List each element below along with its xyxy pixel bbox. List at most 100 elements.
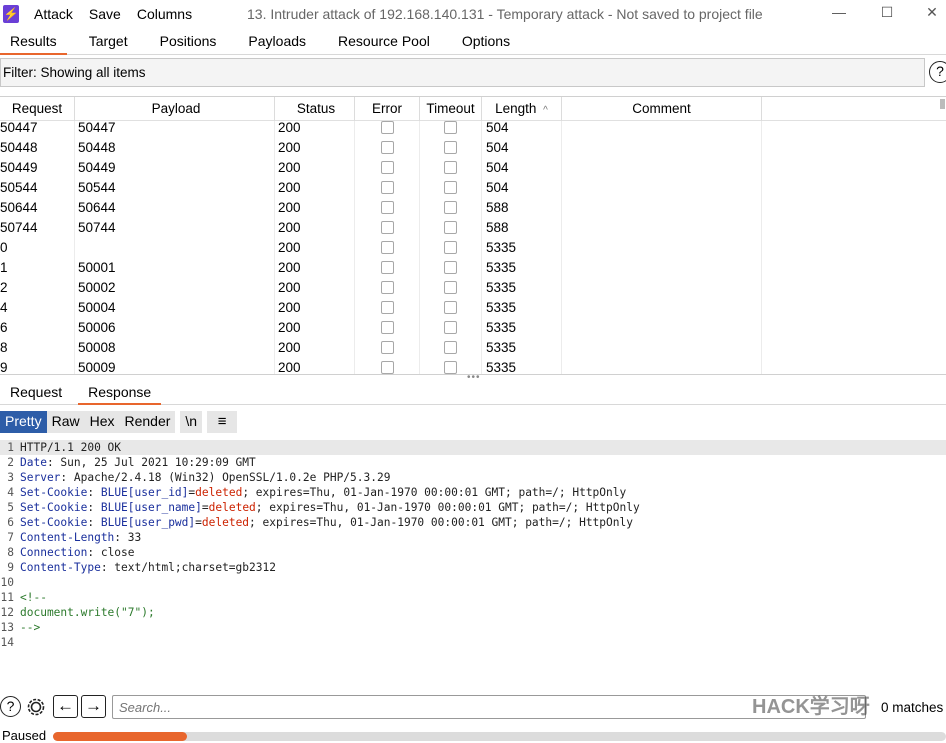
tab-target[interactable]: Target — [79, 28, 138, 55]
cell-payload: 50006 — [75, 321, 275, 341]
tab-request[interactable]: Request — [0, 381, 72, 405]
help-icon[interactable]: ? — [0, 696, 21, 717]
cell-timeout — [420, 241, 482, 261]
table-row[interactable]: 50644 50644 200 588 — [0, 201, 946, 221]
code-token: = — [195, 516, 202, 529]
cell-error — [355, 361, 420, 374]
line-text: Date: Sun, 25 Jul 2021 10:29:09 GMT — [20, 455, 256, 470]
back-arrow-icon[interactable]: ← — [53, 695, 78, 718]
cell-status: 200 — [275, 181, 355, 201]
table-row[interactable]: 2 50002 200 5335 — [0, 281, 946, 301]
cell-spacer — [762, 321, 946, 341]
close-button[interactable]: ✕ — [922, 4, 942, 24]
pane-splitter[interactable]: ••• — [0, 373, 946, 383]
response-editor[interactable]: 1 HTTP/1.1 200 OK 2 Date: Sun, 25 Jul 2021 … — [0, 440, 946, 650]
table-row[interactable]: 50744 50744 200 588 — [0, 221, 946, 241]
tab-options[interactable]: Options — [452, 28, 520, 55]
code-token: document.write("7"); — [20, 606, 155, 619]
bottom-bar: ? ← → HACK学习呀 0 matches — [0, 694, 946, 722]
cell-status: 200 — [275, 221, 355, 241]
line-number: 9 — [7, 561, 14, 574]
cell-request: 2 — [0, 281, 75, 301]
table-row[interactable]: 50449 50449 200 504 — [0, 161, 946, 181]
render-button[interactable]: Render — [119, 411, 176, 433]
checkbox — [444, 121, 457, 134]
code-line: 4 Set-Cookie: BLUE[user_id]=deleted; expi… — [0, 485, 946, 500]
cell-request: 50644 — [0, 201, 75, 221]
checkbox — [380, 201, 394, 214]
cell-error — [355, 141, 420, 161]
col-length[interactable]: Length ^ — [482, 97, 562, 121]
line-number: 10 — [0, 576, 14, 589]
newline-toggle-button[interactable]: \n — [180, 411, 203, 433]
cell-spacer — [762, 281, 946, 301]
code-line: 10 — [0, 575, 946, 590]
cell-timeout — [420, 161, 482, 181]
code-token: ; expires=Thu, 01-Jan-1970 00:00:01 GMT;… — [249, 516, 633, 529]
tab-positions[interactable]: Positions — [150, 28, 227, 55]
message-tabs: Request Response — [0, 381, 946, 405]
cell-status: 200 — [275, 341, 355, 361]
line-text: Content-Length: 33 — [20, 530, 141, 545]
cell-error — [355, 241, 420, 261]
checkbox — [380, 321, 394, 334]
checkbox — [444, 241, 457, 254]
cell-length: 504 — [482, 161, 562, 181]
tab-response[interactable]: Response — [78, 381, 162, 405]
table-scrollbar[interactable] — [940, 99, 945, 109]
view-toolbar: Pretty Raw Hex Render \n ≡ — [0, 411, 238, 433]
cell-error — [355, 121, 420, 141]
minimize-button[interactable]: — — [829, 4, 849, 24]
code-token: : Apache/2.4.18 (Win32) OpenSSL/1.0.2e P… — [60, 471, 391, 484]
cell-comment — [562, 141, 762, 161]
code-line: 5 Set-Cookie: BLUE[user_name]=deleted; ex… — [0, 500, 946, 515]
tab-resource-pool[interactable]: Resource Pool — [328, 28, 440, 55]
cell-spacer — [762, 161, 946, 181]
progress-fill — [53, 732, 187, 741]
col-request[interactable]: Request — [0, 97, 75, 121]
cell-request: 0 — [0, 241, 75, 261]
table-row[interactable]: 50544 50544 200 504 — [0, 181, 946, 201]
cell-spacer — [762, 361, 946, 374]
tab-results[interactable]: Results — [0, 28, 67, 55]
filter-bar[interactable]: Filter: Showing all items — [0, 58, 925, 87]
menu-attack[interactable]: Attack — [34, 6, 73, 22]
col-timeout[interactable]: Timeout — [420, 97, 482, 121]
col-payload[interactable]: Payload — [75, 97, 275, 121]
forward-arrow-icon[interactable]: → — [81, 695, 106, 718]
line-number: 14 — [0, 636, 14, 649]
cell-error — [355, 261, 420, 281]
table-row[interactable]: 1 50001 200 5335 — [0, 261, 946, 281]
table-row[interactable]: 6 50006 200 5335 — [0, 321, 946, 341]
maximize-button[interactable]: ☐ — [877, 4, 897, 24]
cell-comment — [562, 121, 762, 141]
code-token: BLUE[user_id] — [100, 486, 189, 499]
checkbox — [444, 181, 457, 194]
menu-columns[interactable]: Columns — [137, 6, 192, 22]
line-number: 8 — [7, 546, 14, 559]
code-token: : Sun, 25 Jul 2021 10:29:09 GMT — [46, 456, 256, 469]
line-text: --> — [20, 620, 40, 635]
col-comment[interactable]: Comment — [562, 97, 762, 121]
col-error[interactable]: Error — [355, 97, 420, 121]
cell-spacer — [762, 301, 946, 321]
hamburger-menu-icon[interactable]: ≡ — [207, 411, 238, 433]
raw-button[interactable]: Raw — [46, 411, 85, 433]
cell-timeout — [420, 261, 482, 281]
table-row[interactable]: 4 50004 200 5335 — [0, 301, 946, 321]
hex-button[interactable]: Hex — [84, 411, 120, 433]
col-status[interactable]: Status — [275, 97, 355, 121]
table-row[interactable]: 50447 50447 200 504 — [0, 121, 946, 141]
cell-error — [355, 221, 420, 241]
table-row[interactable]: 0 200 5335 — [0, 241, 946, 261]
table-row[interactable]: 50448 50448 200 504 — [0, 141, 946, 161]
filter-help-icon[interactable]: ? — [929, 61, 946, 83]
checkbox — [444, 161, 457, 174]
table-row[interactable]: 8 50008 200 5335 — [0, 341, 946, 361]
cell-length: 5335 — [482, 341, 562, 361]
pretty-button[interactable]: Pretty — [0, 411, 47, 433]
code-token: : — [87, 516, 101, 529]
tab-payloads[interactable]: Payloads — [238, 28, 316, 55]
menu-save[interactable]: Save — [89, 6, 121, 22]
gear-icon[interactable] — [24, 695, 48, 719]
